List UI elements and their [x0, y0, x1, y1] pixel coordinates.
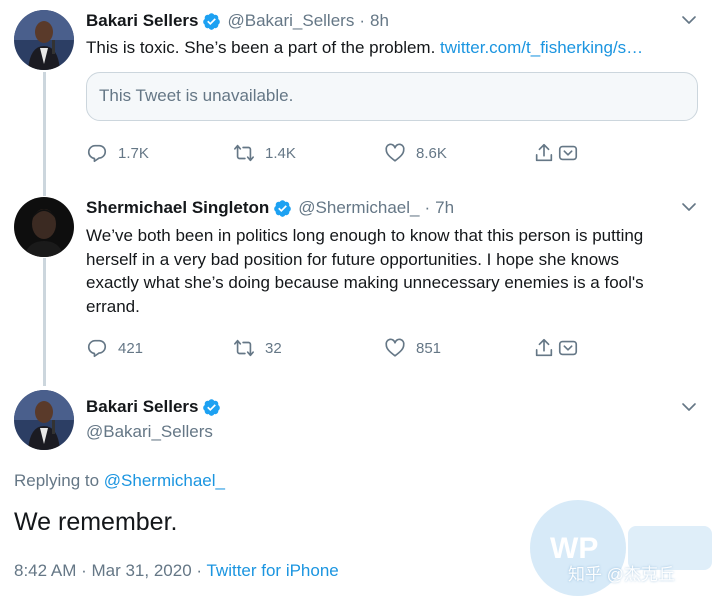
tweet-header: Bakari Sellers @Bakari_Sellers · 8h: [86, 11, 389, 31]
like-count: 8.6K: [416, 144, 447, 162]
thread-line: [43, 258, 46, 386]
reply-button[interactable]: 1.7K: [86, 142, 149, 164]
retweet-button[interactable]: 32: [233, 337, 282, 359]
avatar-image: [14, 10, 74, 70]
retweet-icon: [234, 144, 254, 162]
retweet-icon: [234, 339, 254, 357]
display-name[interactable]: Shermichael Singleton: [86, 198, 269, 218]
reply-icon: [87, 339, 107, 358]
tweet-source[interactable]: Twitter for iPhone: [206, 561, 338, 580]
like-button[interactable]: 851: [384, 337, 441, 359]
avatar-image: [14, 390, 74, 450]
avatar[interactable]: [14, 390, 74, 450]
share-icon: [535, 143, 553, 162]
quoted-tweet-unavailable[interactable]: This Tweet is unavailable.: [86, 72, 698, 121]
tweet-line: herself in a very bad position for futur…: [86, 249, 619, 269]
timestamp[interactable]: 8h: [370, 11, 389, 31]
handle[interactable]: @Bakari_Sellers: [86, 422, 213, 442]
share-button[interactable]: [533, 142, 581, 164]
handle[interactable]: @Shermichael_: [298, 198, 419, 218]
tweet-body: This is toxic. She’s been a part of the …: [86, 38, 441, 57]
tweet-line: exactly what she’s doing because making …: [86, 273, 644, 292]
like-count: 851: [416, 339, 442, 357]
share-icon: [535, 338, 553, 357]
tweet-line: errand.: [86, 296, 140, 316]
avatar[interactable]: [14, 197, 74, 257]
tweet-text: We remember.: [14, 508, 178, 536]
avatar-image: [14, 197, 74, 257]
replying-prefix: Replying to: [14, 471, 104, 490]
avatar[interactable]: [14, 10, 74, 70]
tweet-datetime[interactable]: 8:42 AM · Mar 31, 2020 ·: [14, 561, 206, 580]
chevron-down-icon[interactable]: [680, 11, 698, 29]
replying-to: Replying to @Shermichael_: [14, 471, 225, 491]
display-name[interactable]: Bakari Sellers: [86, 397, 198, 417]
separator: ·: [424, 198, 431, 217]
thread-line: [43, 72, 46, 196]
chevron-down-icon[interactable]: [680, 398, 698, 416]
tweet-text: This is toxic. She’s been a part of the …: [86, 36, 643, 60]
bookmark-dm-icon[interactable]: [557, 142, 579, 164]
tweet-link[interactable]: twitter.com/t_fisherking/s…: [440, 38, 643, 57]
reply-icon: [87, 144, 107, 163]
chevron-down-icon[interactable]: [680, 198, 698, 216]
tweet-header: Shermichael Singleton @Shermichael_ · 7h: [86, 198, 454, 218]
watermark-text: 知乎 @杰克丘: [568, 565, 675, 584]
verified-badge-icon: [203, 398, 221, 416]
reply-count: 421: [118, 339, 144, 357]
heart-icon: [385, 338, 405, 357]
tweet-header: Bakari Sellers: [86, 397, 227, 417]
tweet-text: We’ve both been in politics long enough …: [86, 224, 644, 318]
timestamp[interactable]: 7h: [435, 198, 454, 218]
retweet-count: 32: [265, 339, 282, 357]
handle[interactable]: @Bakari_Sellers: [227, 11, 354, 31]
reply-button[interactable]: 421: [86, 337, 143, 359]
replying-to-handle[interactable]: @Shermichael_: [104, 471, 225, 490]
verified-badge-icon: [203, 12, 221, 30]
like-button[interactable]: 8.6K: [384, 142, 447, 164]
retweet-count: 1.4K: [265, 144, 296, 162]
verified-badge-icon: [274, 199, 292, 217]
tweet-line: We’ve both been in politics long enough …: [86, 226, 644, 245]
retweet-button[interactable]: 1.4K: [233, 142, 296, 164]
action-bar: 421 32 851: [86, 337, 586, 359]
tweet-meta: 8:42 AM · Mar 31, 2020 · Twitter for iPh…: [14, 561, 339, 581]
separator: ·: [359, 11, 366, 30]
display-name[interactable]: Bakari Sellers: [86, 11, 198, 31]
action-bar: 1.7K 1.4K 8.6K: [86, 142, 586, 164]
heart-icon: [385, 143, 405, 162]
reply-count: 1.7K: [118, 144, 149, 162]
share-button[interactable]: [533, 337, 581, 359]
bookmark-dm-icon[interactable]: [557, 337, 579, 359]
